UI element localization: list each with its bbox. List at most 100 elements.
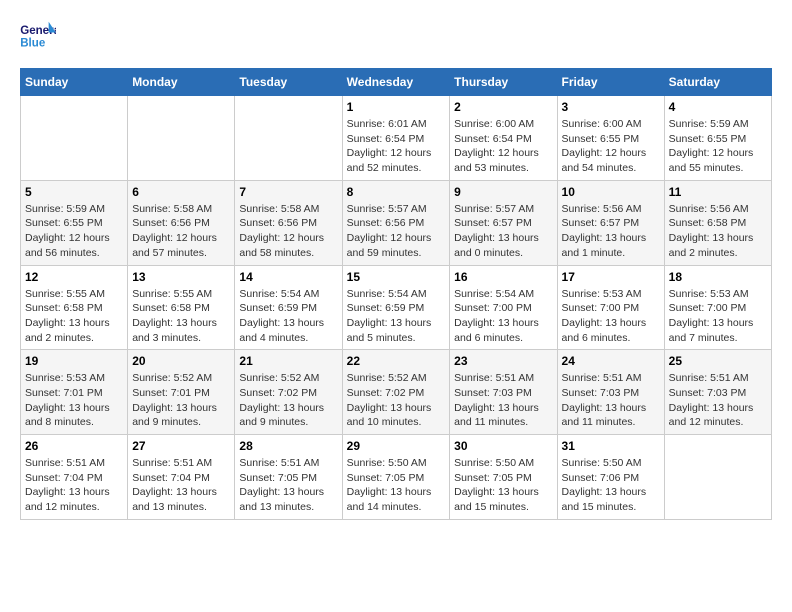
day-info: Sunrise: 5:56 AM Sunset: 6:57 PM Dayligh… <box>562 202 660 261</box>
day-number: 27 <box>132 439 230 453</box>
calendar-week-2: 5 Sunrise: 5:59 AM Sunset: 6:55 PM Daylig… <box>21 180 772 265</box>
day-number: 24 <box>562 354 660 368</box>
day-info: Sunrise: 5:51 AM Sunset: 7:05 PM Dayligh… <box>239 456 337 515</box>
calendar-cell: 1 Sunrise: 6:01 AM Sunset: 6:54 PM Daylig… <box>342 96 450 181</box>
calendar-cell: 20Sunrise: 5:52 AM Sunset: 7:01 PM Dayli… <box>128 350 235 435</box>
day-info: Sunrise: 5:55 AM Sunset: 6:58 PM Dayligh… <box>25 287 123 346</box>
day-number: 20 <box>132 354 230 368</box>
calendar-cell <box>21 96 128 181</box>
calendar-cell: 16 Sunrise: 5:54 AM Sunset: 7:00 PM Dayli… <box>450 265 557 350</box>
calendar-cell <box>664 435 771 520</box>
calendar-cell: 23 Sunrise: 5:51 AM Sunset: 7:03 PM Dayli… <box>450 350 557 435</box>
day-number: 11 <box>669 185 767 199</box>
weekday-header-wednesday: Wednesday <box>342 69 450 96</box>
calendar-cell: 30 Sunrise: 5:50 AM Sunset: 7:05 PM Dayli… <box>450 435 557 520</box>
calendar-week-5: 26 Sunrise: 5:51 AM Sunset: 7:04 PM Dayli… <box>21 435 772 520</box>
day-number: 21 <box>239 354 337 368</box>
calendar-cell: 6 Sunrise: 5:58 AM Sunset: 6:56 PM Daylig… <box>128 180 235 265</box>
calendar-cell: 7 Sunrise: 5:58 AM Sunset: 6:56 PM Daylig… <box>235 180 342 265</box>
day-number: 15 <box>347 270 446 284</box>
day-info: Sunrise: 5:59 AM Sunset: 6:55 PM Dayligh… <box>669 117 767 176</box>
day-number: 1 <box>347 100 446 114</box>
calendar-cell: 15Sunrise: 5:54 AM Sunset: 6:59 PM Dayli… <box>342 265 450 350</box>
day-number: 29 <box>347 439 446 453</box>
calendar-cell: 28 Sunrise: 5:51 AM Sunset: 7:05 PM Dayli… <box>235 435 342 520</box>
calendar-cell: 18Sunrise: 5:53 AM Sunset: 7:00 PM Dayli… <box>664 265 771 350</box>
day-number: 6 <box>132 185 230 199</box>
calendar-cell: 21 Sunrise: 5:52 AM Sunset: 7:02 PM Dayli… <box>235 350 342 435</box>
day-info: Sunrise: 5:58 AM Sunset: 6:56 PM Dayligh… <box>239 202 337 261</box>
day-number: 8 <box>347 185 446 199</box>
calendar-cell: 24 Sunrise: 5:51 AM Sunset: 7:03 PM Dayli… <box>557 350 664 435</box>
page-header: General Blue <box>20 20 772 52</box>
day-info: Sunrise: 5:52 AM Sunset: 7:02 PM Dayligh… <box>347 371 446 430</box>
calendar-cell: 26 Sunrise: 5:51 AM Sunset: 7:04 PM Dayli… <box>21 435 128 520</box>
day-info: Sunrise: 5:51 AM Sunset: 7:03 PM Dayligh… <box>669 371 767 430</box>
calendar-cell: 5 Sunrise: 5:59 AM Sunset: 6:55 PM Daylig… <box>21 180 128 265</box>
day-number: 22 <box>347 354 446 368</box>
day-info: Sunrise: 6:01 AM Sunset: 6:54 PM Dayligh… <box>347 117 446 176</box>
calendar-cell: 13Sunrise: 5:55 AM Sunset: 6:58 PM Dayli… <box>128 265 235 350</box>
day-number: 25 <box>669 354 767 368</box>
day-number: 7 <box>239 185 337 199</box>
day-info: Sunrise: 5:51 AM Sunset: 7:03 PM Dayligh… <box>454 371 552 430</box>
calendar-cell: 3Sunrise: 6:00 AM Sunset: 6:55 PM Daylig… <box>557 96 664 181</box>
calendar-cell <box>128 96 235 181</box>
weekday-header-row: SundayMondayTuesdayWednesdayThursdayFrid… <box>21 69 772 96</box>
day-number: 28 <box>239 439 337 453</box>
day-info: Sunrise: 5:58 AM Sunset: 6:56 PM Dayligh… <box>132 202 230 261</box>
day-info: Sunrise: 5:50 AM Sunset: 7:05 PM Dayligh… <box>454 456 552 515</box>
calendar-cell: 27 Sunrise: 5:51 AM Sunset: 7:04 PM Dayli… <box>128 435 235 520</box>
day-number: 30 <box>454 439 552 453</box>
calendar-cell: 17 Sunrise: 5:53 AM Sunset: 7:00 PM Dayli… <box>557 265 664 350</box>
weekday-header-monday: Monday <box>128 69 235 96</box>
calendar-cell: 12Sunrise: 5:55 AM Sunset: 6:58 PM Dayli… <box>21 265 128 350</box>
day-info: Sunrise: 5:53 AM Sunset: 7:00 PM Dayligh… <box>669 287 767 346</box>
day-number: 26 <box>25 439 123 453</box>
day-number: 31 <box>562 439 660 453</box>
calendar-week-1: 1 Sunrise: 6:01 AM Sunset: 6:54 PM Daylig… <box>21 96 772 181</box>
calendar-cell: 10Sunrise: 5:56 AM Sunset: 6:57 PM Dayli… <box>557 180 664 265</box>
day-number: 4 <box>669 100 767 114</box>
calendar-cell: 31 Sunrise: 5:50 AM Sunset: 7:06 PM Dayli… <box>557 435 664 520</box>
day-info: Sunrise: 5:51 AM Sunset: 7:04 PM Dayligh… <box>132 456 230 515</box>
day-number: 23 <box>454 354 552 368</box>
day-number: 5 <box>25 185 123 199</box>
calendar-cell: 2Sunrise: 6:00 AM Sunset: 6:54 PM Daylig… <box>450 96 557 181</box>
day-info: Sunrise: 5:54 AM Sunset: 7:00 PM Dayligh… <box>454 287 552 346</box>
calendar-cell: 29 Sunrise: 5:50 AM Sunset: 7:05 PM Dayli… <box>342 435 450 520</box>
calendar-week-3: 12Sunrise: 5:55 AM Sunset: 6:58 PM Dayli… <box>21 265 772 350</box>
day-info: Sunrise: 6:00 AM Sunset: 6:55 PM Dayligh… <box>562 117 660 176</box>
calendar-cell <box>235 96 342 181</box>
calendar-cell: 25 Sunrise: 5:51 AM Sunset: 7:03 PM Dayli… <box>664 350 771 435</box>
logo: General Blue <box>20 20 56 52</box>
day-info: Sunrise: 5:50 AM Sunset: 7:06 PM Dayligh… <box>562 456 660 515</box>
calendar-table: SundayMondayTuesdayWednesdayThursdayFrid… <box>20 68 772 520</box>
logo-icon: General Blue <box>20 20 56 52</box>
weekday-header-tuesday: Tuesday <box>235 69 342 96</box>
calendar-week-4: 19Sunrise: 5:53 AM Sunset: 7:01 PM Dayli… <box>21 350 772 435</box>
day-info: Sunrise: 5:59 AM Sunset: 6:55 PM Dayligh… <box>25 202 123 261</box>
day-number: 9 <box>454 185 552 199</box>
weekday-header-thursday: Thursday <box>450 69 557 96</box>
day-number: 19 <box>25 354 123 368</box>
day-number: 14 <box>239 270 337 284</box>
day-info: Sunrise: 5:57 AM Sunset: 6:56 PM Dayligh… <box>347 202 446 261</box>
day-number: 2 <box>454 100 552 114</box>
day-info: Sunrise: 5:50 AM Sunset: 7:05 PM Dayligh… <box>347 456 446 515</box>
day-info: Sunrise: 5:55 AM Sunset: 6:58 PM Dayligh… <box>132 287 230 346</box>
day-info: Sunrise: 5:51 AM Sunset: 7:03 PM Dayligh… <box>562 371 660 430</box>
day-info: Sunrise: 5:54 AM Sunset: 6:59 PM Dayligh… <box>239 287 337 346</box>
calendar-cell: 4 Sunrise: 5:59 AM Sunset: 6:55 PM Daylig… <box>664 96 771 181</box>
day-info: Sunrise: 5:53 AM Sunset: 7:00 PM Dayligh… <box>562 287 660 346</box>
calendar-cell: 19Sunrise: 5:53 AM Sunset: 7:01 PM Dayli… <box>21 350 128 435</box>
day-info: Sunrise: 5:57 AM Sunset: 6:57 PM Dayligh… <box>454 202 552 261</box>
weekday-header-friday: Friday <box>557 69 664 96</box>
calendar-cell: 11Sunrise: 5:56 AM Sunset: 6:58 PM Dayli… <box>664 180 771 265</box>
calendar-cell: 9 Sunrise: 5:57 AM Sunset: 6:57 PM Daylig… <box>450 180 557 265</box>
calendar-cell: 14 Sunrise: 5:54 AM Sunset: 6:59 PM Dayli… <box>235 265 342 350</box>
day-info: Sunrise: 5:52 AM Sunset: 7:02 PM Dayligh… <box>239 371 337 430</box>
day-number: 17 <box>562 270 660 284</box>
day-number: 16 <box>454 270 552 284</box>
day-info: Sunrise: 5:51 AM Sunset: 7:04 PM Dayligh… <box>25 456 123 515</box>
